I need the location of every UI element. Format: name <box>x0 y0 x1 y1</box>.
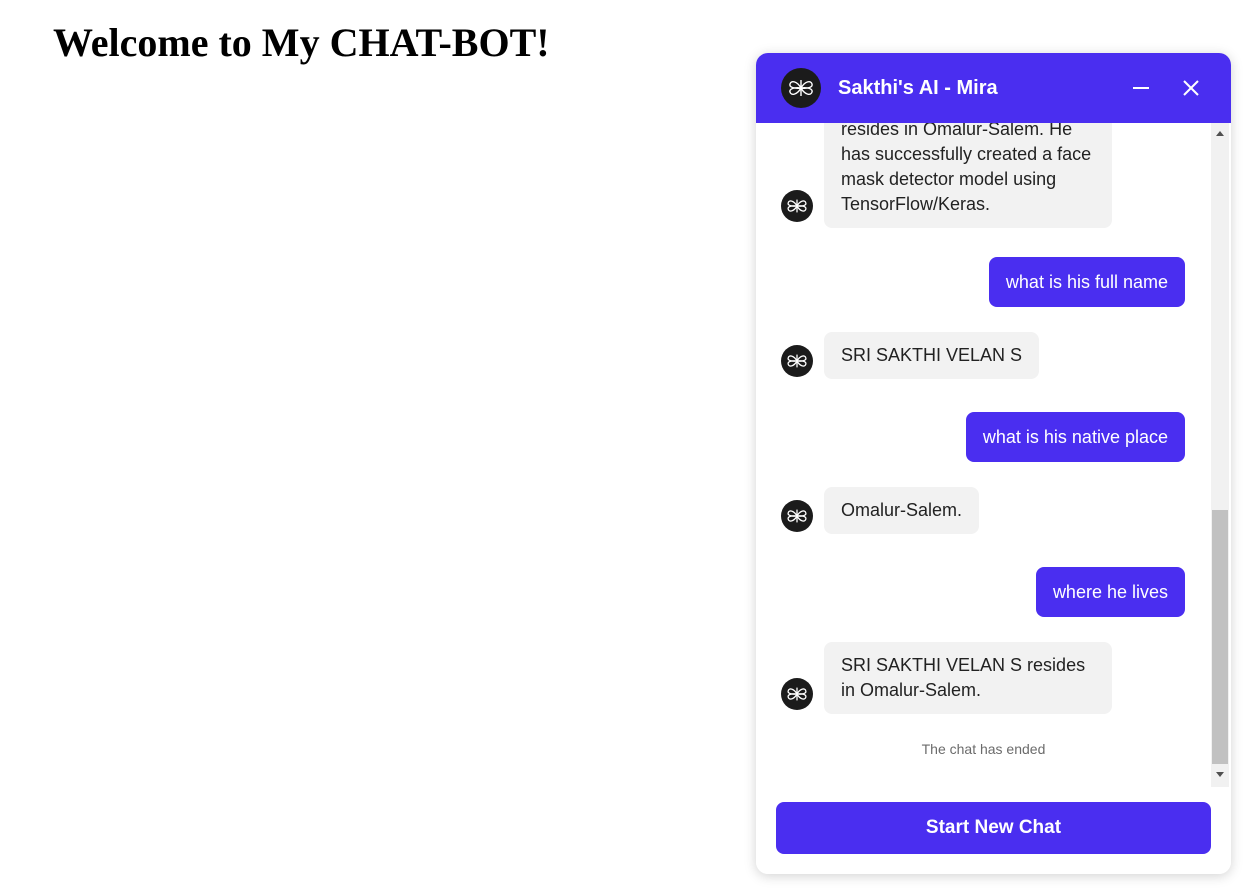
minimize-icon <box>1133 87 1149 89</box>
chat-title: Sakthi's AI - Mira <box>838 77 998 99</box>
chat-messages: resides in Omalur-Salem. He has successf… <box>756 123 1231 787</box>
bot-message: SRI SAKTHI VELAN S resides in Omalur-Sal… <box>824 642 1112 714</box>
bot-avatar-icon <box>781 500 813 532</box>
start-new-chat-button[interactable]: Start New Chat <box>776 802 1211 854</box>
chat-ended-notice: The chat has ended <box>921 741 1046 757</box>
bot-avatar-icon <box>781 678 813 710</box>
chat-footer: Start New Chat <box>756 787 1231 874</box>
chat-widget: Sakthi's AI - Mira resides in Omalur-Sal… <box>756 53 1231 874</box>
bot-avatar-icon <box>781 345 813 377</box>
bot-message: SRI SAKTHI VELAN S <box>824 332 1040 379</box>
bot-avatar-icon <box>781 68 821 108</box>
minimize-button[interactable] <box>1128 75 1154 101</box>
bot-message: Omalur-Salem. <box>824 487 980 534</box>
scrollbar-thumb[interactable] <box>1212 510 1228 764</box>
chat-scrollbar[interactable] <box>1211 123 1229 787</box>
user-message: where he lives <box>1035 567 1185 617</box>
close-button[interactable] <box>1178 75 1204 101</box>
bot-message: resides in Omalur-Salem. He has successf… <box>824 123 1112 228</box>
user-message: what is his native place <box>965 412 1185 462</box>
close-icon <box>1183 80 1199 96</box>
scroll-down-arrow-icon[interactable] <box>1216 772 1224 777</box>
bot-avatar-icon <box>781 190 813 222</box>
user-message: what is his full name <box>988 257 1185 307</box>
chat-header: Sakthi's AI - Mira <box>756 53 1231 123</box>
page-title: Welcome to My CHAT-BOT! <box>53 20 550 65</box>
scroll-up-arrow-icon[interactable] <box>1216 131 1224 136</box>
